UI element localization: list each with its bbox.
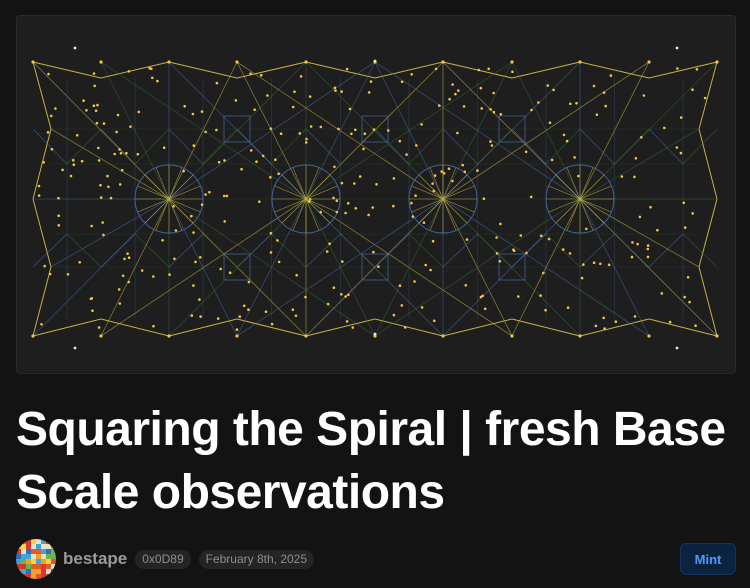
- generative-geometric-artwork: [31, 46, 719, 350]
- post-title: Squaring the Spiral | fresh Base Scale o…: [16, 403, 726, 519]
- post-page: Squaring the Spiral | fresh Base Scale o…: [0, 0, 750, 588]
- author-avatar[interactable]: [16, 539, 56, 579]
- artwork-frame[interactable]: [16, 15, 736, 374]
- mint-button[interactable]: Mint: [680, 543, 736, 575]
- avatar-pixel-icon: [16, 539, 56, 579]
- date-badge: February 8th, 2025: [198, 549, 315, 569]
- address-badge[interactable]: 0x0D89: [135, 549, 191, 569]
- post-meta: bestape 0x0D89 February 8th, 2025 Mint: [16, 539, 736, 579]
- author-name[interactable]: bestape: [63, 549, 127, 569]
